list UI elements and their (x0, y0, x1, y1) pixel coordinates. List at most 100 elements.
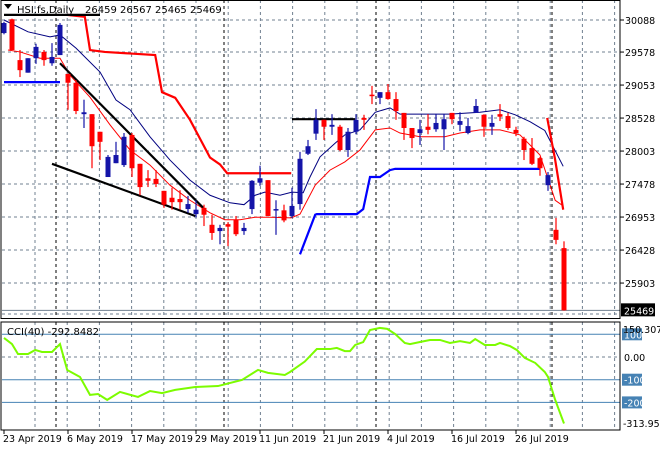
candle-bullish (473, 105, 479, 113)
main-panel-frame (0, 0, 621, 319)
candle-bearish (153, 178, 159, 184)
cci-level-label: -200 (624, 398, 646, 409)
candle-bearish (233, 219, 239, 235)
candle-bearish (97, 131, 103, 142)
candles (1, 18, 567, 311)
date-tick-label: 6 May 2019 (67, 434, 123, 445)
price-tick-label: 29578 (625, 48, 655, 59)
candle-bearish (529, 148, 535, 164)
cci-level-label: -100 (624, 376, 646, 387)
candle-bearish (401, 112, 407, 128)
chart-header[interactable]: HSI.fs,Daily 26459 26567 25465 25469 (4, 4, 222, 16)
cci-label: CCI(40) -292.8482 (7, 327, 99, 338)
period-separators (55, 0, 553, 430)
candle-bearish (73, 82, 79, 112)
price-tick-label: 26953 (625, 213, 655, 224)
price-tick-label: 30088 (625, 16, 655, 27)
date-tick-label: 11 Jun 2019 (259, 434, 316, 445)
candle-bearish (9, 19, 15, 51)
candle-bullish (289, 205, 295, 216)
candle-bearish (265, 180, 271, 216)
candle-bearish (337, 126, 343, 150)
candle-bullish (297, 158, 303, 205)
candle-bullish (545, 175, 551, 186)
candle-bullish (1, 23, 7, 34)
candle-bearish (129, 134, 135, 169)
candle-bearish (521, 138, 527, 150)
candle-bearish (321, 119, 327, 127)
price-tick-label: 28003 (625, 147, 655, 158)
candle-bullish (249, 180, 255, 210)
candle-bullish (193, 209, 199, 215)
candle-bearish (537, 158, 543, 169)
ohlc-readout: 26459 26567 25465 25469 (85, 5, 222, 16)
candle-bearish (393, 99, 399, 112)
candle-bearish (137, 163, 143, 188)
candle-bullish (113, 155, 119, 164)
candle-bearish (201, 207, 207, 215)
candle-bearish (209, 224, 215, 233)
cci-panel-frame (0, 321, 621, 431)
candle-bearish (561, 248, 567, 311)
candle-bullish (329, 124, 335, 127)
candle-bearish (281, 210, 287, 221)
price-tick-label: 27478 (625, 180, 655, 191)
candle-bearish (481, 114, 487, 127)
upper-band-line (67, 13, 292, 175)
cci-line (3, 326, 565, 424)
date-tick-label: 29 May 2019 (195, 434, 257, 445)
candle-bullish (489, 122, 495, 127)
candle-bullish (25, 58, 31, 73)
candle-bullish (57, 24, 63, 56)
candle-bullish (433, 122, 439, 130)
candle-bullish (105, 156, 111, 178)
candle-bearish (65, 73, 71, 83)
candle-bearish (513, 129, 519, 134)
candle-bearish (161, 190, 167, 205)
axes: 1000.00-100-2003008829578290532852828003… (3, 16, 660, 445)
price-chart[interactable]: 1000.00-100-2003008829578290532852828003… (0, 0, 660, 450)
trendline-lower-diagonal (51, 162, 196, 218)
candle-bullish (313, 119, 319, 134)
candle-bullish (217, 227, 223, 232)
candle-bullish (353, 119, 359, 132)
date-tick-label: 21 Jun 2019 (323, 434, 380, 445)
candle-bearish (361, 117, 367, 120)
cci-line-group (3, 326, 565, 424)
candle-bearish (369, 94, 375, 97)
candle-bullish (457, 121, 463, 125)
candle-bullish (257, 178, 263, 183)
candle-bearish (497, 114, 503, 117)
price-tick-label: 25903 (625, 279, 655, 290)
candle-bearish (145, 178, 151, 181)
lower-band-line-2 (298, 167, 540, 255)
last-price-label: 25469 (624, 306, 654, 317)
candle-bullish (241, 227, 247, 232)
candle-bullish (417, 129, 423, 134)
candle-bullish (49, 56, 55, 64)
grid (2, 0, 620, 430)
candle-bullish (377, 92, 383, 98)
cci-min-label: -313.950 (623, 419, 660, 430)
price-tick-label: 29053 (625, 81, 655, 92)
date-tick-label: 17 May 2019 (131, 434, 193, 445)
upper-band-line-2 (546, 117, 565, 210)
dropdown-triangle-icon[interactable] (4, 4, 12, 9)
candle-bearish (385, 92, 391, 100)
price-tick-label: 26428 (625, 246, 655, 257)
date-tick-label: 26 Jul 2019 (515, 434, 569, 445)
candle-bullish (33, 46, 39, 59)
price-tick-label: 28528 (625, 114, 655, 125)
date-tick-label: 4 Jul 2019 (387, 434, 435, 445)
candle-bearish (409, 127, 415, 139)
candle-bearish (89, 114, 95, 147)
symbol-label: HSI.fs,Daily (17, 5, 74, 16)
candle-bearish (17, 60, 23, 71)
date-tick-label: 16 Jul 2019 (451, 434, 505, 445)
candle-bullish (305, 146, 311, 154)
candle-bullish (185, 204, 191, 210)
candle-bearish (169, 197, 175, 203)
candle-bullish (465, 126, 471, 134)
candle-bullish (345, 131, 351, 150)
candle-bearish (425, 126, 431, 130)
